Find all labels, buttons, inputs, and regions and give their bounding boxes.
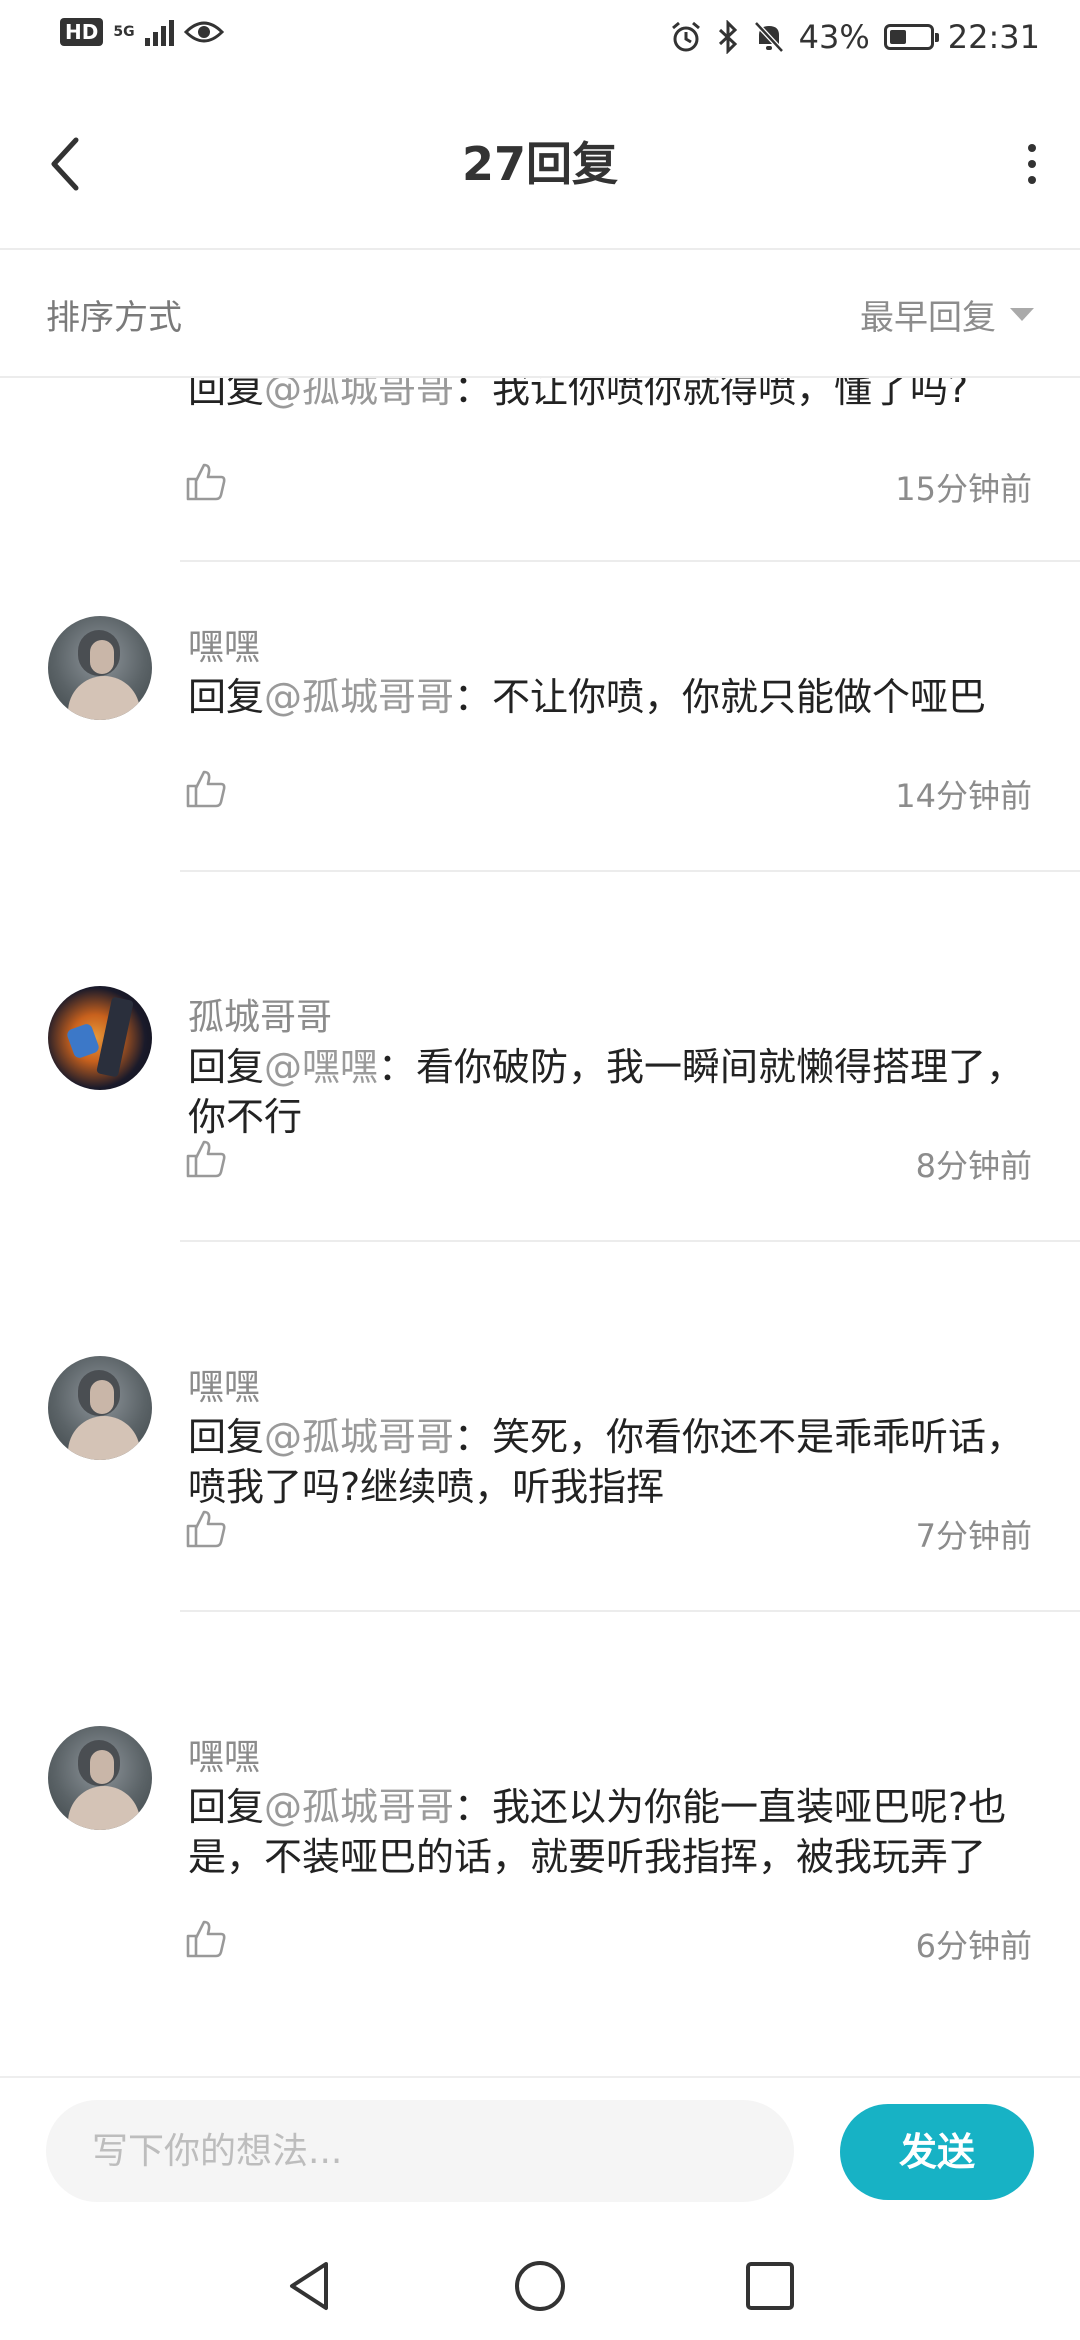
clock: 22:31 bbox=[947, 18, 1040, 56]
top-app-bar: 27回复 bbox=[0, 80, 1080, 250]
reply-text: 回复@嘿嘿：看你破防，我一瞬间就懒得搭理了，你不行 bbox=[188, 1042, 1038, 1142]
bluetooth-icon bbox=[718, 20, 737, 54]
reply-prefix: 回复 bbox=[188, 1785, 265, 1829]
more-options-icon[interactable] bbox=[1014, 136, 1050, 192]
reply-text: 回复@孤城哥哥：我让你喷你就得喷，懂了吗? bbox=[188, 376, 1038, 414]
reply-time: 8分钟前 bbox=[915, 1147, 1032, 1185]
sort-label: 排序方式 bbox=[46, 298, 182, 338]
reply-author[interactable]: 嘿嘿 bbox=[188, 1728, 260, 1780]
reply-author[interactable]: 孤城哥哥 bbox=[188, 988, 332, 1040]
reply-prefix: 回复 bbox=[188, 1045, 265, 1089]
reply-prefix: 回复 bbox=[188, 1415, 265, 1459]
reply-text: 回复@孤城哥哥：不让你喷，你就只能做个哑巴 bbox=[188, 672, 1038, 722]
reply-time: 14分钟前 bbox=[895, 777, 1032, 815]
reply-author[interactable]: 嘿嘿 bbox=[188, 1358, 260, 1410]
thumbs-up-icon[interactable] bbox=[184, 1136, 228, 1180]
thumbs-up-icon[interactable] bbox=[184, 459, 228, 503]
nav-back-icon[interactable] bbox=[280, 2256, 340, 2316]
divider bbox=[180, 870, 1080, 872]
signal-icon bbox=[144, 18, 174, 46]
eye-icon bbox=[183, 21, 224, 43]
reply-time: 7分钟前 bbox=[915, 1517, 1032, 1555]
comment-input-bar: 发送 bbox=[0, 2076, 1080, 2228]
mute-icon bbox=[753, 21, 784, 53]
separator: ： bbox=[454, 1785, 493, 1829]
alarm-icon bbox=[671, 21, 700, 52]
mention-link[interactable]: @孤城哥哥 bbox=[264, 1415, 454, 1459]
divider bbox=[180, 1610, 1080, 1612]
thumbs-up-icon[interactable] bbox=[184, 1916, 228, 1960]
divider bbox=[180, 1240, 1080, 1242]
sort-selected-value: 最早回复 bbox=[860, 298, 996, 338]
reply-content: 我让你喷你就得喷，懂了吗? bbox=[492, 376, 969, 411]
sort-bar: 排序方式 最早回复 bbox=[0, 250, 1080, 378]
status-right: 43% 22:31 bbox=[669, 18, 1040, 56]
battery-fill bbox=[889, 30, 906, 44]
status-left: HD 5G bbox=[60, 18, 224, 46]
page-title: 27回复 bbox=[461, 137, 618, 191]
network-type: 5G bbox=[113, 25, 134, 39]
reply-text: 回复@孤城哥哥：我还以为你能一直装哑巴呢?也是，不装哑巴的话，就要听我指挥，被我… bbox=[188, 1782, 1038, 1882]
mention-link[interactable]: @孤城哥哥 bbox=[264, 376, 454, 411]
divider bbox=[180, 560, 1080, 562]
nav-home-icon[interactable] bbox=[510, 2256, 570, 2316]
reply-time: 6分钟前 bbox=[915, 1927, 1032, 1965]
system-nav-bar bbox=[0, 2226, 1080, 2340]
separator: ： bbox=[454, 1415, 493, 1459]
thumbs-up-icon[interactable] bbox=[184, 1506, 228, 1550]
status-bar: HD 5G 43% 22:31 bbox=[0, 0, 1080, 80]
caret-down-icon bbox=[1010, 308, 1034, 321]
avatar[interactable] bbox=[48, 1726, 152, 1830]
mention-link[interactable]: @孤城哥哥 bbox=[264, 1785, 454, 1829]
thumbs-up-icon[interactable] bbox=[184, 766, 228, 810]
reply-list[interactable]: 回复@孤城哥哥：我让你喷你就得喷，懂了吗? 15分钟前 嘿嘿 回复@孤城哥哥：不… bbox=[0, 376, 1080, 2076]
reply-author[interactable]: 嘿嘿 bbox=[188, 618, 260, 670]
network-label: 5G bbox=[113, 24, 135, 40]
hd-badge: HD bbox=[60, 18, 104, 46]
reply-prefix: 回复 bbox=[188, 376, 265, 411]
comment-input[interactable] bbox=[46, 2100, 794, 2202]
send-button[interactable]: 发送 bbox=[840, 2104, 1034, 2200]
separator: ： bbox=[454, 376, 493, 411]
avatar[interactable] bbox=[48, 986, 152, 1090]
reply-prefix: 回复 bbox=[188, 675, 265, 719]
separator: ： bbox=[378, 1045, 417, 1089]
avatar[interactable] bbox=[48, 1356, 152, 1460]
battery-icon bbox=[883, 24, 939, 50]
separator: ： bbox=[454, 675, 493, 719]
reply-time: 15分钟前 bbox=[895, 470, 1032, 508]
nav-recents-icon[interactable] bbox=[740, 2256, 800, 2316]
reply-text: 回复@孤城哥哥：笑死，你看你还不是乖乖听话，喷我了吗?继续喷，听我指挥 bbox=[188, 1412, 1038, 1512]
battery-percent: 43% bbox=[798, 18, 870, 56]
mention-link[interactable]: @嘿嘿 bbox=[264, 1045, 378, 1089]
sort-dropdown[interactable]: 最早回复 bbox=[860, 290, 1034, 339]
avatar[interactable] bbox=[48, 616, 152, 720]
mention-link[interactable]: @孤城哥哥 bbox=[264, 675, 454, 719]
reply-content: 不让你喷，你就只能做个哑巴 bbox=[492, 675, 987, 719]
